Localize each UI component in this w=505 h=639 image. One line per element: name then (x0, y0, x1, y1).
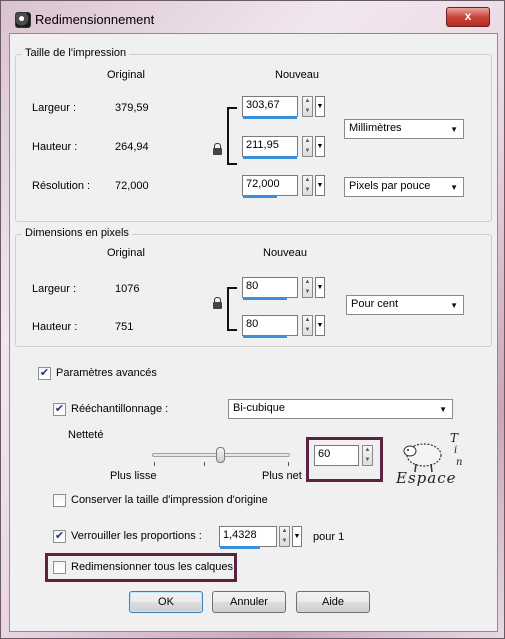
watermark-logo: Espace T i n (396, 429, 476, 497)
pixel-link-bracket (227, 287, 237, 331)
print-unit-value: Millimètres (349, 122, 402, 134)
pixel-dims-group: Dimensions en pixels Original Nouveau La… (15, 227, 492, 347)
ratio-arrows[interactable]: ▲ ▼ (279, 526, 290, 547)
print-size-group: Taille de l'impression Original Nouveau … (15, 47, 492, 222)
ratio-suffix: pour 1 (313, 531, 345, 543)
pixel-width-dropdown[interactable]: ▼ (315, 277, 325, 298)
sharpness-thumb[interactable] (216, 447, 225, 463)
resample-select[interactable]: Bi-cubique ▼ (228, 399, 453, 419)
ratio-bar (220, 546, 260, 549)
resample-checkbox[interactable]: ✔ (53, 403, 66, 416)
resolution-spinner[interactable]: 72,000 ▲ ▼ ▼ (242, 175, 330, 198)
chevron-down-icon: ▼ (450, 125, 458, 134)
ratio-dropdown[interactable]: ▼ (292, 526, 302, 547)
dialog-body: Taille de l'impression Original Nouveau … (9, 33, 498, 632)
print-height-original: 264,94 (115, 141, 149, 153)
print-height-input[interactable]: 211,95 (242, 136, 298, 157)
slider-tick (204, 462, 205, 466)
pixel-original-header: Original (107, 247, 145, 259)
help-button[interactable]: Aide (296, 591, 370, 613)
print-width-bar (243, 116, 297, 119)
pixel-height-input[interactable]: 80 (242, 315, 298, 336)
chevron-down-icon: ▼ (450, 301, 458, 310)
ratio-input[interactable]: 1,4328 (219, 526, 277, 547)
ok-button[interactable]: OK (129, 591, 203, 613)
pixel-width-input[interactable]: 80 (242, 277, 298, 298)
advanced-label: Paramètres avancés (56, 367, 157, 379)
print-height-arrows[interactable]: ▲ ▼ (302, 136, 313, 157)
pixel-height-spinner[interactable]: 80 ▲ ▼ ▼ (242, 315, 330, 338)
resolution-arrows[interactable]: ▲ ▼ (302, 175, 313, 196)
print-unit-select[interactable]: Millimètres ▼ (344, 119, 464, 139)
advanced-checkbox[interactable]: ✔ (38, 367, 51, 380)
print-height-spinner[interactable]: 211,95 ▲ ▼ ▼ (242, 136, 330, 159)
sharpness-input[interactable]: 60 (314, 445, 359, 466)
app-icon (15, 12, 31, 28)
pixel-width-bar (243, 297, 287, 300)
pixel-height-label: Hauteur : (32, 321, 78, 333)
print-width-dropdown[interactable]: ▼ (315, 96, 325, 117)
resize-layers-checkbox[interactable] (53, 561, 66, 574)
pixel-lock-icon[interactable] (213, 297, 222, 309)
smooth-label: Plus lisse (110, 470, 157, 482)
slider-tick (288, 462, 289, 466)
lock-ratio-checkbox[interactable]: ✔ (53, 530, 66, 543)
window-title: Redimensionnement (35, 12, 155, 27)
print-original-header: Original (107, 69, 145, 81)
resolution-unit-value: Pixels par pouce (349, 180, 431, 192)
sharpness-arrows[interactable]: ▲ ▼ (362, 445, 373, 466)
pixel-width-spinner[interactable]: 80 ▲ ▼ ▼ (242, 277, 330, 300)
pixel-height-bar (243, 335, 287, 338)
keep-print-label: Conserver la taille d'impression d'origi… (71, 494, 268, 506)
pixel-width-label: Largeur : (32, 283, 77, 295)
resolution-bar (243, 195, 277, 198)
keep-print-checkbox[interactable] (53, 494, 66, 507)
sharpness-label: Netteté (68, 429, 104, 441)
print-size-title: Taille de l'impression (22, 47, 130, 59)
print-width-input[interactable]: 303,67 (242, 96, 298, 117)
sharp-label: Plus net (262, 470, 302, 482)
pixel-height-dropdown[interactable]: ▼ (315, 315, 325, 336)
pixel-width-original: 1076 (115, 283, 140, 295)
print-height-label: Hauteur : (32, 141, 78, 153)
pixel-new-header: Nouveau (263, 247, 308, 259)
chevron-down-icon: ▼ (450, 183, 458, 192)
sharpness-spinner[interactable]: 60 ▲ ▼ (314, 445, 374, 466)
watermark-letter-i: i (454, 445, 458, 456)
pixel-unit-select[interactable]: Pour cent ▼ (346, 295, 464, 315)
print-new-header: Nouveau (275, 69, 320, 81)
print-height-bar (243, 156, 297, 159)
print-width-original: 379,59 (115, 102, 149, 114)
close-button[interactable]: x (446, 7, 490, 27)
print-width-label: Largeur : (32, 102, 77, 114)
ratio-spinner[interactable]: 1,4328 ▲ ▼ ▼ (219, 526, 305, 549)
print-link-bracket (227, 107, 237, 165)
cancel-button[interactable]: Annuler (212, 591, 286, 613)
print-height-dropdown[interactable]: ▼ (315, 136, 325, 157)
watermark-letter-t: T (450, 431, 459, 445)
pixel-width-arrows[interactable]: ▲ ▼ (302, 277, 313, 298)
print-width-arrows[interactable]: ▲ ▼ (302, 96, 313, 117)
slider-tick (154, 462, 155, 466)
title-bar: Redimensionnement x (5, 5, 502, 31)
pixel-unit-value: Pour cent (351, 298, 399, 310)
resolution-label: Résolution : (32, 180, 91, 192)
resize-layers-label: Redimensionner tous les calques (71, 561, 234, 573)
pixel-height-arrows[interactable]: ▲ ▼ (302, 315, 313, 336)
pixel-height-original: 751 (115, 321, 134, 333)
lock-ratio-label: Verrouiller les proportions : (71, 530, 202, 542)
resolution-original: 72,000 (115, 180, 149, 192)
print-lock-icon[interactable] (213, 143, 222, 155)
watermark-letter-n: n (456, 457, 463, 468)
resample-value: Bi-cubique (233, 402, 285, 414)
resample-label: Rééchantillonnage : (71, 403, 169, 415)
resolution-unit-select[interactable]: Pixels par pouce ▼ (344, 177, 464, 197)
pixel-dims-title: Dimensions en pixels (22, 227, 132, 239)
print-width-spinner[interactable]: 303,67 ▲ ▼ ▼ (242, 96, 330, 119)
chevron-down-icon: ▼ (439, 405, 447, 414)
resolution-dropdown[interactable]: ▼ (315, 175, 325, 196)
watermark-text: Espace (396, 469, 457, 487)
window-frame: Redimensionnement x Taille de l'impressi… (0, 0, 505, 639)
resolution-input[interactable]: 72,000 (242, 175, 298, 196)
